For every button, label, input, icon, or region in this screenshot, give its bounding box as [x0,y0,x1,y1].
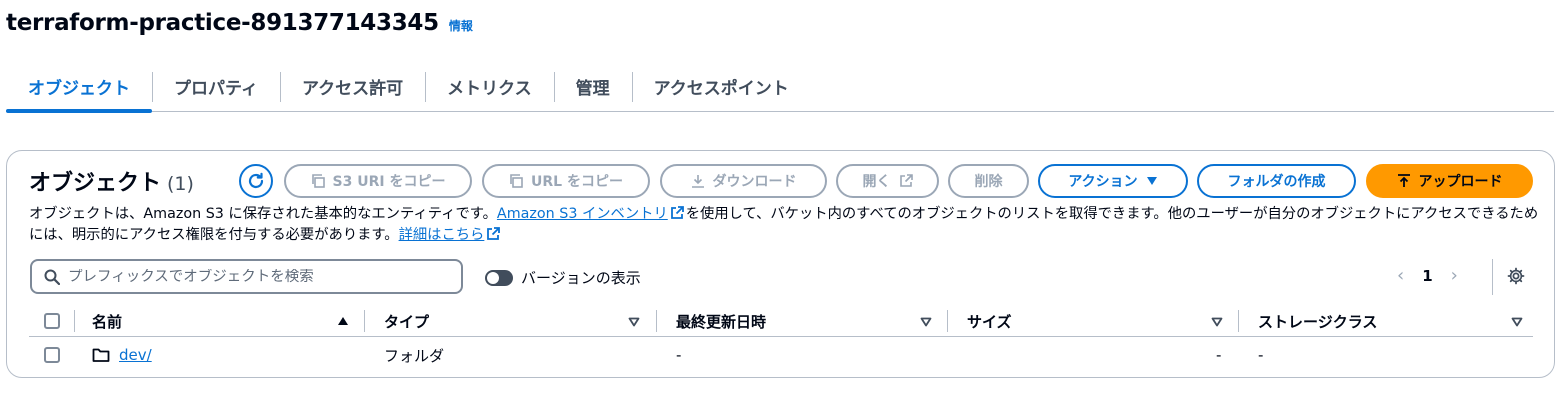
download-button[interactable]: ダウンロード [660,164,827,198]
chevron-left-icon[interactable]: ‹ [1397,265,1404,286]
copy-icon [510,174,523,188]
sort-icon[interactable] [1511,317,1523,327]
refresh-icon [248,172,264,189]
object-name-link[interactable]: dev/ [119,346,152,364]
open-button[interactable]: 開く [836,164,939,198]
upload-icon [1397,174,1410,187]
upload-label: アップロード [1418,174,1503,190]
object-size-cell: - [1216,346,1222,364]
copy-url-button[interactable]: URL をコピー [482,164,650,198]
tab-metrics[interactable]: メトリクス [425,62,554,112]
table-settings-button[interactable] [1507,267,1525,289]
tab-objects[interactable]: オブジェクト [6,62,152,113]
column-header-size[interactable]: サイズ [967,305,1012,337]
sort-icon[interactable] [1211,317,1223,327]
actions-label: アクション [1068,174,1138,190]
object-type-cell: フォルダ [384,346,445,365]
object-modified-cell: - [676,346,682,364]
copy-s3-uri-button[interactable]: S3 URI をコピー [284,164,472,198]
copy-icon [311,174,325,188]
create-folder-button[interactable]: フォルダの作成 [1197,164,1356,198]
external-link-icon [670,206,684,219]
upload-button[interactable]: アップロード [1366,164,1533,198]
panel-title-text: オブジェクト [29,171,162,196]
copy-url-label: URL をコピー [531,174,623,190]
external-link-icon [487,227,501,240]
folder-icon [92,348,110,362]
download-label: ダウンロード [712,174,797,190]
column-header-modified[interactable]: 最終更新日時 [676,305,766,337]
column-divider [656,310,657,332]
download-icon [691,175,704,188]
pagination: ‹ 1 › [1397,265,1458,286]
tab-permissions[interactable]: アクセス許可 [279,62,425,112]
actions-dropdown[interactable]: アクション [1038,164,1188,198]
bucket-name: terraform-practice-891377143345 [6,10,439,36]
sort-icon[interactable] [628,317,640,327]
sort-ascending-icon[interactable] [337,316,349,326]
gear-icon [1507,267,1525,285]
description-text-1: オブジェクトは、Amazon S3 に保存された基本的なエンティティです。 [29,206,497,222]
tab-management[interactable]: 管理 [553,62,632,112]
copy-s3-uri-label: S3 URI をコピー [332,174,446,190]
object-name-cell: dev/ [119,337,152,373]
tab-bar: オブジェクト プロパティ アクセス許可 メトリクス 管理 アクセスポイント [6,62,1554,113]
chevron-right-icon[interactable]: › [1451,265,1458,286]
caret-down-icon [1146,177,1157,185]
delete-label: 削除 [974,174,1003,190]
current-page[interactable]: 1 [1422,267,1432,285]
pager-divider [1492,259,1493,295]
column-divider [364,310,365,332]
open-label: 開く [862,174,891,190]
table-row: dev/ フォルダ - - - [29,337,1533,373]
tab-properties[interactable]: プロパティ [152,62,280,112]
inventory-link[interactable]: Amazon S3 インベントリ [497,206,668,222]
row-checkbox[interactable] [44,347,60,363]
delete-button[interactable]: 削除 [948,164,1029,198]
bucket-header: terraform-practice-891377143345 情報 [6,10,473,36]
column-header-name[interactable]: 名前 [92,305,122,337]
object-storage-class-cell: - [1258,346,1264,364]
info-link[interactable]: 情報 [449,17,473,34]
sort-icon[interactable] [920,317,932,327]
objects-table: 名前 タイプ 最終更新日時 サイズ ストレージクラス dev/ フォルダ - -… [29,305,1533,373]
select-all-checkbox[interactable] [44,313,60,329]
search-icon [44,269,60,285]
external-link-icon [899,174,913,187]
column-divider [1238,310,1239,332]
toggle-switch[interactable] [485,269,513,286]
create-folder-label: フォルダの作成 [1227,174,1326,190]
column-divider [74,310,75,332]
panel-description: オブジェクトは、Amazon S3 に保存された基本的なエンティティです。Ama… [29,204,1539,246]
search-input[interactable] [68,268,438,285]
refresh-button[interactable] [239,164,273,198]
tab-access-points[interactable]: アクセスポイント [631,62,811,112]
folder-icon-cell [92,337,110,373]
column-divider [947,310,948,332]
column-header-type[interactable]: タイプ [384,305,429,337]
column-header-storage-class[interactable]: ストレージクラス [1258,305,1377,337]
show-versions-toggle[interactable]: バージョンの表示 [485,267,641,288]
panel-title: オブジェクト (1) [29,165,194,197]
table-header: 名前 タイプ 最終更新日時 サイズ ストレージクラス [29,305,1533,337]
show-versions-label: バージョンの表示 [521,269,641,287]
learn-more-link[interactable]: 詳細はこちら [399,227,485,243]
object-search [30,259,463,294]
objects-panel: オブジェクト (1) S3 URI をコピー URL をコピー ダウンロード 開… [6,150,1555,378]
object-count: (1) [167,173,194,195]
